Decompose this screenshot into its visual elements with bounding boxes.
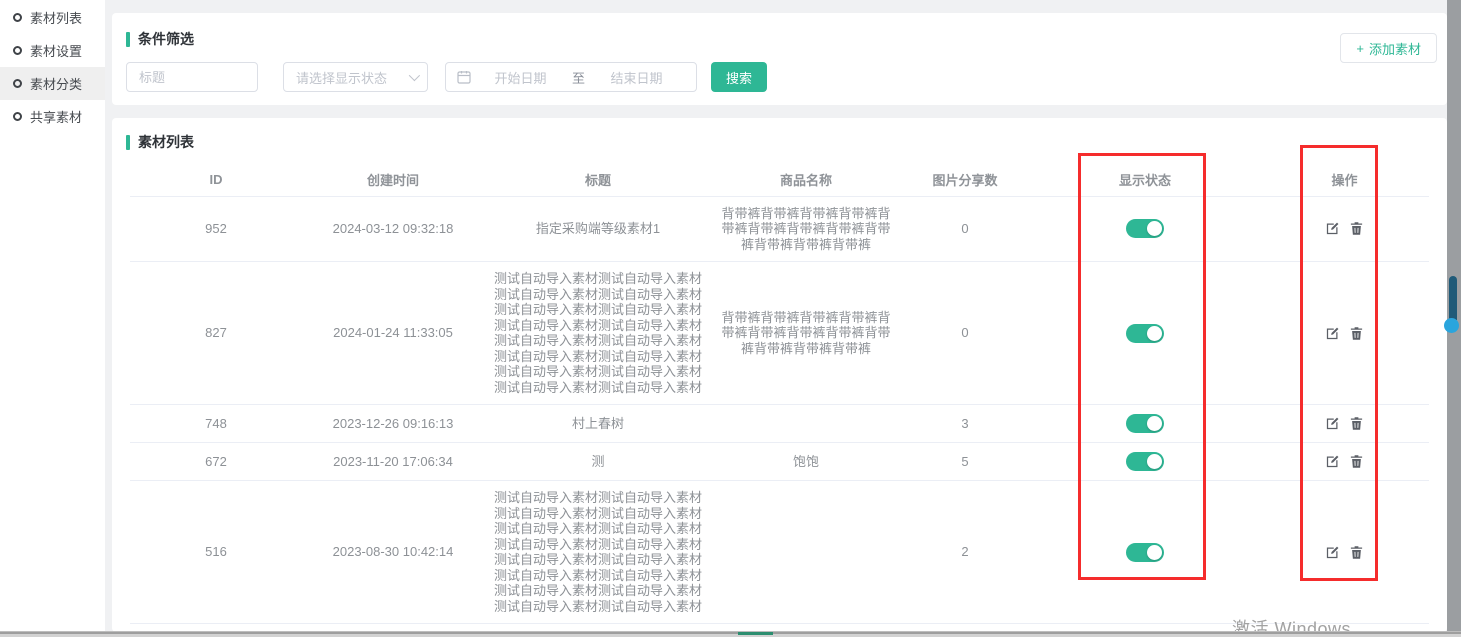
table-row: 952 2024-03-12 09:32:18 指定采购端等级素材1 背带裤背带…: [130, 196, 1429, 262]
title-input[interactable]: [126, 62, 258, 92]
display-status-select[interactable]: 请选择显示状态: [283, 62, 428, 92]
date-range-picker[interactable]: 开始日期 至 结束日期: [445, 62, 697, 92]
annotation-rect-display-status-column: [1078, 153, 1206, 580]
circle-bullet-icon: [13, 112, 22, 121]
table-body: 952 2024-03-12 09:32:18 指定采购端等级素材1 背带裤背带…: [130, 196, 1429, 624]
sidebar-item-共享素材[interactable]: 共享素材: [0, 100, 105, 133]
table-row: 748 2023-12-26 09:16:13 村上春树 3: [130, 405, 1429, 443]
search-button[interactable]: 搜索: [711, 62, 767, 92]
select-placeholder: 请选择显示状态: [296, 68, 409, 87]
material-table: ID创建时间标题商品名称图片分享数显示状态操作 952 2024-03-12 0…: [130, 163, 1429, 624]
cell-share-count: 5: [900, 443, 1030, 481]
table-row: 827 2024-01-24 11:33:05 测试自动导入素材测试自动导入素材…: [130, 262, 1429, 405]
sidebar-item-素材设置[interactable]: 素材设置: [0, 34, 105, 67]
cell-created-time: 2024-01-24 11:33:05: [302, 262, 484, 405]
floating-widget-button[interactable]: [1444, 318, 1459, 333]
cell-title: 测试自动导入素材测试自动导入素材测试自动导入素材测试自动导入素材测试自动导入素材…: [484, 481, 712, 624]
table-row: 516 2023-08-30 10:42:14 测试自动导入素材测试自动导入素材…: [130, 481, 1429, 624]
cell-id: 952: [130, 196, 302, 262]
sidebar: 素材列表 素材设置 素材分类 共享素材: [0, 0, 105, 637]
filter-section-title-text: 条件筛选: [138, 29, 194, 49]
annotation-rect-actions-column: [1300, 145, 1378, 581]
list-section-title-text: 素材列表: [138, 132, 194, 152]
sidebar-item-素材分类[interactable]: 素材分类: [0, 67, 105, 100]
column-header: ID: [130, 163, 302, 196]
cell-id: 516: [130, 481, 302, 624]
cell-id: 827: [130, 262, 302, 405]
cell-product-name: 背带裤背带裤背带裤背带裤背带裤背带裤背带裤背带裤背带裤背带裤背带裤背带裤: [712, 196, 900, 262]
column-header: 商品名称: [712, 163, 900, 196]
add-material-label: 添加素材: [1369, 39, 1421, 58]
material-list-card: 素材列表 ID创建时间标题商品名称图片分享数显示状态操作 952 2024-03…: [112, 118, 1447, 632]
cell-created-time: 2023-11-20 17:06:34: [302, 443, 484, 481]
column-header: 图片分享数: [900, 163, 1030, 196]
column-header: 创建时间: [302, 163, 484, 196]
table-header-row: ID创建时间标题商品名称图片分享数显示状态操作: [130, 163, 1429, 196]
cell-title: 村上春树: [484, 405, 712, 443]
start-date-placeholder[interactable]: 开始日期: [471, 68, 570, 87]
column-header: 标题: [484, 163, 712, 196]
floating-widget-handle[interactable]: [1449, 276, 1457, 320]
end-date-placeholder[interactable]: 结束日期: [587, 68, 686, 87]
cell-title: 测试自动导入素材测试自动导入素材测试自动导入素材测试自动导入素材测试自动导入素材…: [484, 262, 712, 405]
cell-product-name: 饱饱: [712, 443, 900, 481]
calendar-icon: [457, 70, 471, 84]
cell-id: 672: [130, 443, 302, 481]
cell-product-name: [712, 481, 900, 624]
filter-section-title: 条件筛选: [126, 29, 194, 49]
plus-icon: +: [1356, 41, 1364, 56]
cell-created-time: 2024-03-12 09:32:18: [302, 196, 484, 262]
chevron-down-icon: [409, 70, 420, 81]
sidebar-item-label: 素材设置: [30, 41, 82, 60]
cell-id: 748: [130, 405, 302, 443]
sidebar-item-素材列表[interactable]: 素材列表: [0, 1, 105, 34]
cell-created-time: 2023-12-26 09:16:13: [302, 405, 484, 443]
filter-row: 请选择显示状态 开始日期 至 结束日期 搜索: [126, 62, 767, 92]
cell-title: 测: [484, 443, 712, 481]
window-bottom-edge: [0, 631, 1461, 637]
list-section-title: 素材列表: [126, 132, 194, 152]
cell-created-time: 2023-08-30 10:42:14: [302, 481, 484, 624]
cell-share-count: 0: [900, 196, 1030, 262]
section-marker-bar: [126, 135, 130, 150]
cell-product-name: [712, 405, 900, 443]
filter-card: 条件筛选 + 添加素材 请选择显示状态 开始日期 至 结束日期 搜索: [112, 13, 1447, 105]
add-material-button[interactable]: + 添加素材: [1340, 33, 1437, 63]
cell-title: 指定采购端等级素材1: [484, 196, 712, 262]
cell-product-name: 背带裤背带裤背带裤背带裤背带裤背带裤背带裤背带裤背带裤背带裤背带裤背带裤: [712, 262, 900, 405]
sidebar-item-label: 共享素材: [30, 107, 82, 126]
sidebar-item-label: 素材列表: [30, 8, 82, 27]
cell-share-count: 3: [900, 405, 1030, 443]
cell-share-count: 0: [900, 262, 1030, 405]
circle-bullet-icon: [13, 79, 22, 88]
table-row: 672 2023-11-20 17:06:34 测 饱饱 5: [130, 443, 1429, 481]
clipped-green-element: [738, 632, 773, 635]
circle-bullet-icon: [13, 13, 22, 22]
material-table-wrap: ID创建时间标题商品名称图片分享数显示状态操作 952 2024-03-12 0…: [130, 163, 1429, 624]
date-separator: 至: [570, 68, 587, 87]
sidebar-item-label: 素材分类: [30, 74, 82, 93]
section-marker-bar: [126, 32, 130, 47]
cell-share-count: 2: [900, 481, 1030, 624]
circle-bullet-icon: [13, 46, 22, 55]
